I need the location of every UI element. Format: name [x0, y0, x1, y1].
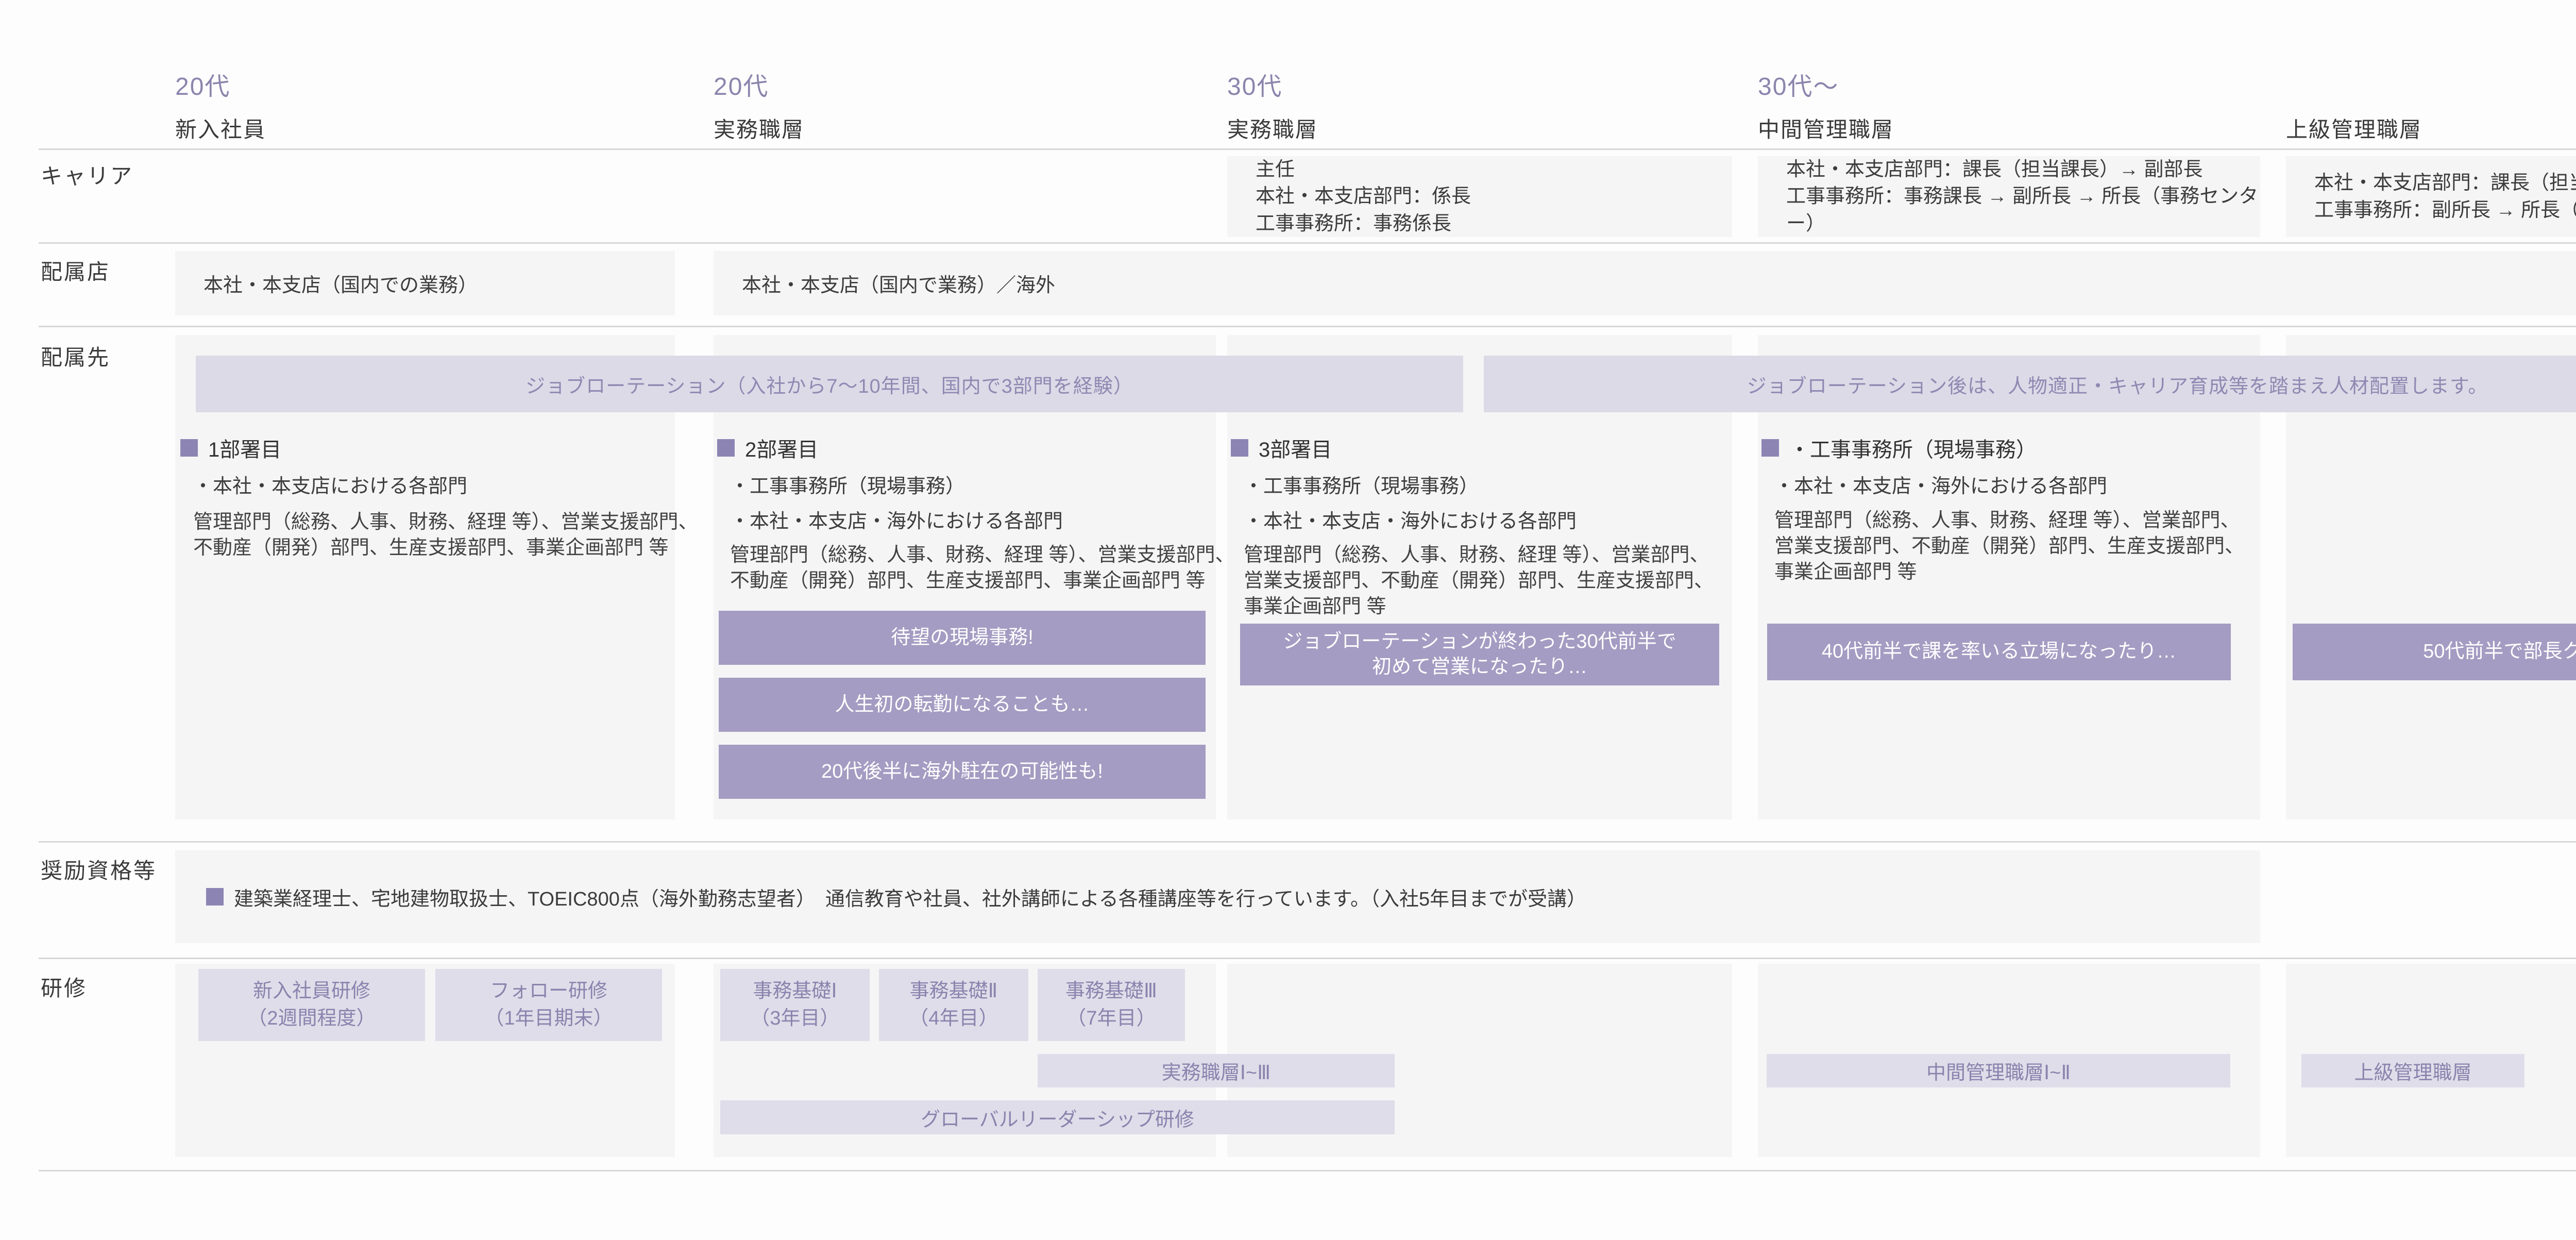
separator-2 — [39, 242, 2576, 244]
assignment-sub-4a: ・本社・本支店・海外における各部門 — [1774, 470, 2107, 498]
separator-5 — [39, 958, 2576, 959]
separator-6 — [39, 1170, 2576, 1171]
age-label-30s-plus: 30代〜 — [1758, 66, 1839, 102]
store-box-domestic: 本社・本支店（国内での業務） — [175, 251, 675, 315]
job-rotation-bar-2: ジョブローテーション後は、人物適正・キャリア育成等を踏まえ人材配置します。 — [1484, 356, 2576, 412]
callout-overseas-late-20s: 20代後半に海外駐在の可能性も! — [719, 745, 1206, 799]
training-box-basics-1: 事務基礎Ⅰ （3年目） — [720, 969, 870, 1041]
age-label-30s: 30代 — [1227, 66, 1282, 102]
assignment-heading-4-text: ・工事事務所（現場事務） — [1789, 433, 2037, 463]
training-box-basics-2: 事務基礎Ⅱ （4年目） — [879, 969, 1028, 1041]
training-box-basics-3: 事務基礎Ⅲ （7年目） — [1038, 969, 1185, 1041]
assignment-detail-1: 管理部門（総務、人事、財務、経理 等）、営業支援部門、 不動産（開発）部門、生産… — [193, 509, 698, 561]
training-box-newhire: 新入社員研修 （2週間程度） — [198, 969, 425, 1041]
age-label-20s-2: 20代 — [714, 66, 769, 102]
row-label-career: キャリア — [41, 159, 133, 190]
store-text-domestic: 本社・本支店（国内での業務） — [204, 269, 478, 297]
assignment-sub-3b: ・本社・本支店・海外における各部門 — [1244, 505, 1577, 533]
qualifications-line: 建築業経理士、宅地建物取扱士、TOEIC800点（海外勤務志望者） 通信教育や社… — [206, 850, 1586, 943]
assignment-sub-3a: ・工事事務所（現場事務） — [1244, 470, 1479, 498]
assignment-detail-2: 管理部門（総務、人事、財務、経理 等）、営業支援部門、 不動産（開発）部門、生産… — [730, 542, 1235, 594]
stage-label-practical-20s: 実務職層 — [714, 112, 804, 144]
store-box-overseas: 本社・本支店（国内で業務）／海外 — [714, 251, 2576, 315]
stage-label-practical-30s: 実務職層 — [1227, 112, 1318, 144]
assignment-heading-1: 1部署目 — [180, 433, 281, 463]
assignment-sub-1a: ・本社・本支店における各部門 — [193, 470, 467, 498]
training-bar-middle-mgmt: 中間管理職層Ⅰ~Ⅱ — [1767, 1054, 2230, 1087]
separator-3 — [39, 326, 2576, 327]
career-box-middle-mgmt: 本社・本支店部門：課長（担当課長）→ 副部長 工事事務所：事務課長 → 副所長 … — [1758, 156, 2260, 237]
callout-first-transfer: 人生初の転勤になることも… — [719, 678, 1206, 732]
square-bullet-icon — [717, 439, 735, 457]
assignment-heading-4: ・工事事務所（現場事務） — [1761, 433, 2037, 463]
callout-first-sales-30s: ジョブローテーションが終わった30代前半で 初めて営業になったり… — [1240, 624, 1719, 685]
stage-label-newhire: 新入社員 — [175, 112, 266, 144]
assignment-sub-2b: ・本社・本支店・海外における各部門 — [730, 505, 1063, 533]
callout-field-office: 待望の現場事務! — [719, 611, 1206, 665]
career-text-senior-mgmt: 本社・本支店部門：課長（担当課長）→ 副部長→部長 工事事務所：副所長 → 所長… — [2314, 170, 2576, 224]
training-bar-practical: 実務職層Ⅰ~Ⅲ — [1038, 1054, 1395, 1087]
training-bar-senior-mgmt: 上級管理職層 — [2301, 1054, 2524, 1087]
assignment-heading-2: 2部署目 — [717, 433, 818, 463]
career-box-30s: 主任 本社・本支店部門：係長 工事事務所：事務係長 — [1227, 156, 1732, 237]
row-label-assignment: 配属先 — [41, 340, 110, 372]
stage-label-senior-mgmt: 上級管理職層 — [2286, 112, 2422, 144]
square-bullet-icon — [1761, 439, 1779, 457]
career-text-middle-mgmt: 本社・本支店部門：課長（担当課長）→ 副部長 工事事務所：事務課長 → 副所長 … — [1786, 156, 2260, 237]
store-text-overseas: 本社・本支店（国内で業務）／海外 — [742, 269, 1055, 297]
assignment-detail-4: 管理部門（総務、人事、財務、経理 等）、営業部門、 営業支援部門、不動産（開発）… — [1774, 508, 2244, 585]
assignment-detail-3: 管理部門（総務、人事、財務、経理 等）、営業部門、 営業支援部門、不動産（開発）… — [1244, 542, 1714, 619]
callout-dept-head-50s: 50代前半で部長クラス — [2293, 624, 2576, 680]
separator-4 — [39, 841, 2576, 843]
career-text-30s: 主任 本社・本支店部門：係長 工事事務所：事務係長 — [1256, 156, 1471, 237]
square-bullet-icon — [206, 888, 224, 906]
stage-label-middle-mgmt: 中間管理職層 — [1758, 112, 1894, 144]
assignment-heading-3-text: 3部署目 — [1259, 433, 1332, 463]
training-bar-global-leadership: グローバルリーダーシップ研修 — [720, 1100, 1395, 1134]
assignment-heading-1-text: 1部署目 — [208, 433, 281, 463]
square-bullet-icon — [1231, 439, 1248, 457]
square-bullet-icon — [180, 439, 198, 457]
age-label-20s-1: 20代 — [175, 66, 230, 102]
row-label-store: 配属店 — [41, 255, 110, 286]
row-label-qualifications: 奨励資格等 — [41, 853, 157, 885]
career-path-diagram: 20代 20代 30代 30代〜 新入社員 実務職層 実務職層 中間管理職層 上… — [0, 0, 2576, 1240]
training-box-followup: フォロー研修 （1年目期末） — [435, 969, 662, 1041]
callout-lead-section-40s: 40代前半で課を率いる立場になったり… — [1767, 624, 2231, 680]
job-rotation-bar-1: ジョブローテーション（入社から7〜10年間、国内で3部門を経験） — [196, 356, 1463, 412]
career-box-senior-mgmt: 本社・本支店部門：課長（担当課長）→ 副部長→部長 工事事務所：副所長 → 所長… — [2286, 156, 2576, 237]
separator-1 — [39, 148, 2576, 150]
assignment-heading-2-text: 2部署目 — [745, 433, 818, 463]
assignment-sub-2a: ・工事事務所（現場事務） — [730, 470, 965, 498]
qualifications-text: 建築業経理士、宅地建物取扱士、TOEIC800点（海外勤務志望者） 通信教育や社… — [234, 883, 1586, 911]
row-label-training: 研修 — [41, 971, 87, 1002]
assignment-heading-3: 3部署目 — [1231, 433, 1332, 463]
